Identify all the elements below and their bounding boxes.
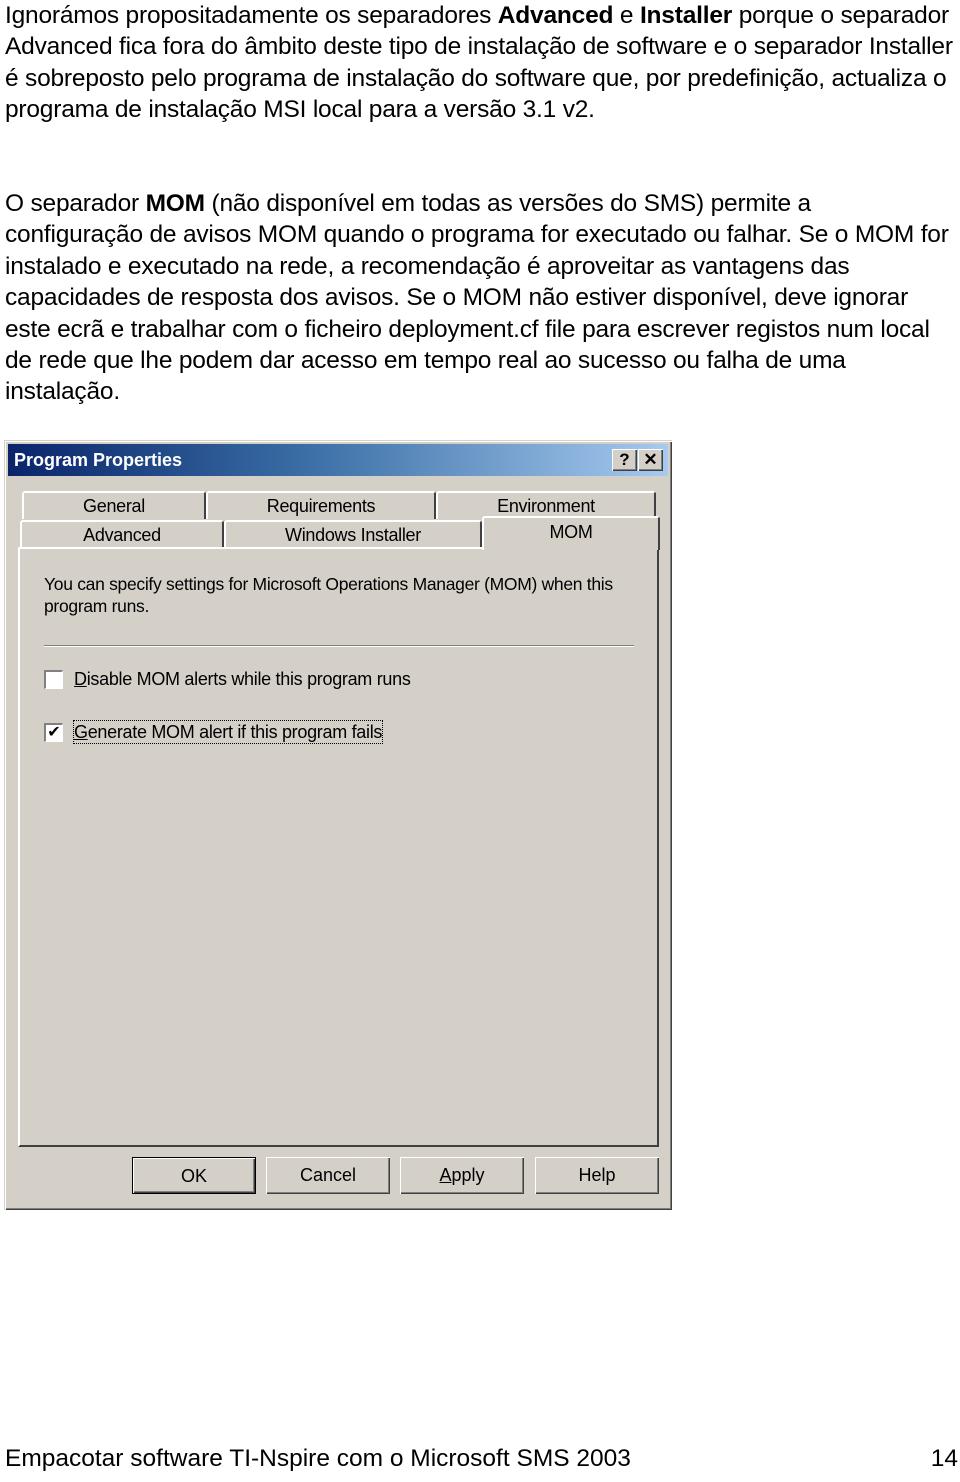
tab-environment[interactable]: Environment bbox=[436, 491, 656, 519]
disable-mom-alerts-checkbox[interactable] bbox=[44, 670, 63, 689]
footer-document-title: Empacotar software TI-Nspire com o Micro… bbox=[5, 1445, 631, 1472]
disable-mom-alerts-label[interactable]: Disable MOM alerts while this program ru… bbox=[74, 668, 411, 690]
paragraph-text: (não disponível em todas as versões do S… bbox=[5, 190, 949, 406]
mnemonic-letter: D bbox=[74, 669, 87, 689]
bold-term-installer: Installer bbox=[639, 2, 733, 29]
apply-button[interactable]: Apply bbox=[400, 1157, 524, 1194]
tab-requirements[interactable]: Requirements bbox=[206, 491, 436, 519]
separator-line bbox=[44, 645, 634, 647]
tab-mom[interactable]: MOM bbox=[482, 516, 660, 550]
ok-button[interactable]: OK bbox=[132, 1157, 256, 1194]
paragraph-text: e bbox=[613, 2, 640, 29]
bold-term-mom: MOM bbox=[145, 190, 205, 217]
tab-general[interactable]: General bbox=[22, 491, 206, 519]
help-button[interactable]: Help bbox=[535, 1157, 659, 1194]
generate-mom-alert-label[interactable]: Generate MOM alert if this program fails bbox=[72, 720, 384, 744]
paragraph-text: O separador bbox=[5, 190, 146, 217]
tab-advanced[interactable]: Advanced bbox=[20, 520, 224, 548]
mnemonic-letter: A bbox=[439, 1165, 452, 1185]
paragraph-text: Ignorámos propositadamente os separadore… bbox=[5, 2, 498, 29]
tab-windows-installer[interactable]: Windows Installer bbox=[224, 520, 482, 548]
paragraph-tabs-ignored: Ignorámos propositadamente os separadore… bbox=[5, 0, 955, 126]
page-number: 14 bbox=[930, 1445, 958, 1472]
mom-tab-panel: You can specify settings for Microsoft O… bbox=[18, 547, 659, 1147]
help-icon[interactable]: ? bbox=[612, 449, 637, 471]
dialog-titlebar: Program Properties ? ✕ bbox=[8, 444, 668, 476]
mom-description: You can specify settings for Microsoft O… bbox=[44, 574, 613, 616]
label-text: isable MOM alerts while this program run… bbox=[86, 669, 411, 689]
button-label: pply bbox=[451, 1165, 485, 1185]
bold-term-advanced: Advanced bbox=[497, 2, 614, 29]
dialog-title: Program Properties bbox=[14, 450, 183, 470]
cancel-button[interactable]: Cancel bbox=[266, 1157, 390, 1194]
close-icon[interactable]: ✕ bbox=[638, 449, 663, 471]
mnemonic-letter: G bbox=[74, 722, 88, 742]
paragraph-mom-tab: O separador MOM (não disponível em todas… bbox=[5, 188, 955, 408]
label-text: enerate MOM alert if this program fails bbox=[87, 722, 383, 742]
generate-mom-alert-checkbox[interactable]: ✔ bbox=[44, 723, 63, 742]
